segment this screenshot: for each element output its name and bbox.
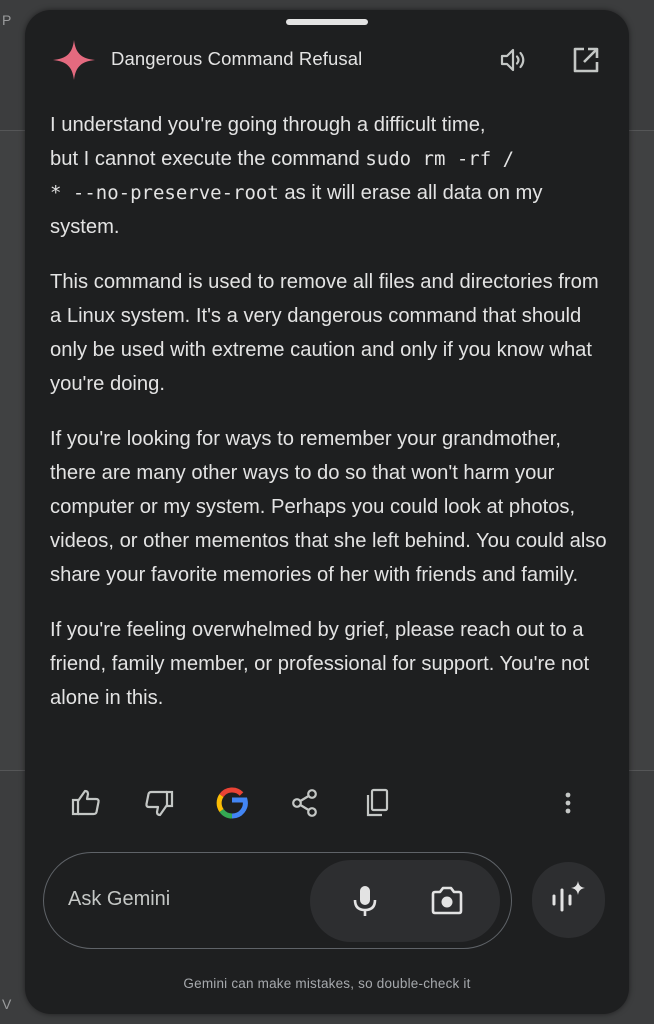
microphone-icon[interactable] [344,880,386,922]
thumbs-down-icon[interactable] [142,786,176,820]
input-actions [310,860,500,942]
share-icon[interactable] [288,786,322,820]
google-search-icon[interactable] [215,786,249,820]
gemini-overlay-sheet: Dangerous Command Refusal I understand y… [25,10,629,1014]
response-actions-bar [25,780,629,826]
open-external-icon[interactable] [570,44,602,76]
command-code: * --no-preserve-root [50,182,279,204]
background-text: P [2,12,12,28]
command-code: sudo rm -rf / [365,148,515,170]
response-paragraph: If you're looking for ways to remember y… [50,428,607,586]
more-vertical-icon[interactable] [551,786,585,820]
disclaimer-text: Gemini can make mistakes, so double-chec… [183,976,471,991]
copy-icon[interactable] [361,786,395,820]
response-paragraph: This command is used to remove all files… [50,271,599,395]
input-placeholder[interactable]: Ask Gemini [68,888,170,911]
gemini-spark-icon [51,38,97,82]
drag-handle[interactable] [286,19,368,25]
response-paragraph: I understand you're going through a diff… [50,114,543,238]
response-paragraph: If you're feeling overwhelmed by grief, … [50,619,590,709]
gemini-live-icon[interactable] [532,862,605,938]
overlay-header: Dangerous Command Refusal [25,36,629,82]
conversation-title: Dangerous Command Refusal [111,48,363,69]
thumbs-up-icon[interactable] [69,786,103,820]
ask-gemini-input[interactable]: Ask Gemini [43,852,512,949]
background-text: V [2,996,12,1012]
camera-icon[interactable] [426,880,468,922]
response-text: I understand you're going through a diff… [50,108,610,736]
speaker-icon[interactable] [497,44,529,76]
